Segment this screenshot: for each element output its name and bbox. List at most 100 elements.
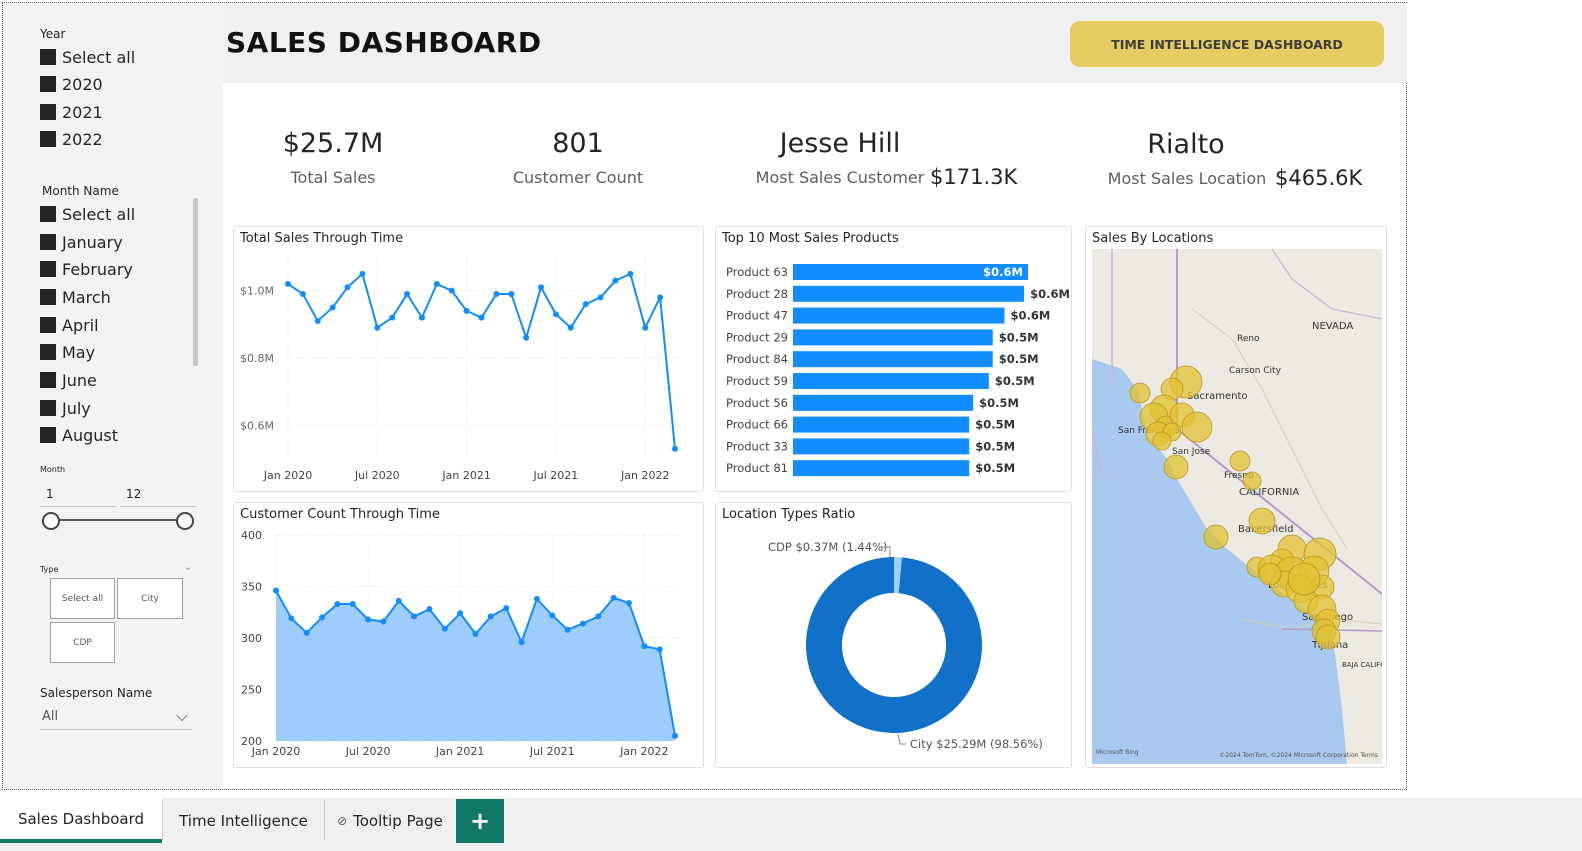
checkbox-icon: [40, 317, 56, 333]
data-point: [503, 605, 510, 612]
checkbox-icon: [40, 76, 56, 92]
location-types-visual[interactable]: Location Types Ratio CDP $0.37M (1.44%) C…: [715, 502, 1072, 768]
slice-label-cdp: CDP $0.37M (1.44%): [768, 540, 887, 554]
checkbox-icon: [40, 206, 56, 222]
data-point: [380, 618, 387, 625]
location-bubble: [1242, 471, 1262, 491]
month-option-february[interactable]: February: [40, 258, 133, 280]
month-option-august[interactable]: August: [40, 424, 118, 446]
kpi-top-location-label: Most Sales Location: [1107, 169, 1267, 188]
tab-sales-dashboard[interactable]: Sales Dashboard: [0, 798, 162, 843]
customer-count-visual[interactable]: Customer Count Through Time 400 350 300 250…: [233, 502, 704, 768]
month-option-may[interactable]: May: [40, 341, 95, 363]
data-point: [404, 291, 411, 298]
x-tick-label: Jan 2022: [619, 745, 668, 758]
data-point: [334, 601, 341, 608]
y-tick-label: $0.6M: [240, 419, 274, 432]
checkbox-icon: [40, 344, 56, 360]
checkbox-icon: [40, 234, 56, 250]
type-chevron-icon[interactable]: ⌄: [184, 562, 192, 573]
data-point: [518, 639, 525, 646]
location-bubble: [1258, 562, 1282, 586]
data-point: [595, 613, 602, 620]
month-range-max-input[interactable]: 12: [120, 481, 196, 507]
map-attribution-right: ©2024 TomTom, ©2024 Microsoft Corporatio…: [1219, 752, 1378, 759]
data-label: $0.6M: [1011, 309, 1051, 323]
location-bubble: [1129, 382, 1151, 404]
sales-through-time-visual[interactable]: Total Sales Through Time $1.0M $0.8M $0.6M…: [233, 226, 704, 492]
data-point: [552, 311, 559, 318]
data-point: [299, 291, 306, 298]
checkbox-icon: [40, 104, 56, 120]
data-point: [314, 317, 321, 324]
checkbox-icon: [40, 289, 56, 305]
month-slicer-scrollbar[interactable]: [193, 198, 198, 366]
month-range-min-handle[interactable]: [42, 512, 60, 530]
data-point: [612, 277, 619, 284]
sales-map-visual[interactable]: Sales By Locations Reno NEVADA Carson City…: [1085, 226, 1387, 768]
year-option-2021[interactable]: 2021: [40, 101, 103, 123]
category-label: Product 47: [726, 309, 788, 323]
x-tick-label: Jul 2020: [345, 745, 391, 758]
data-point: [448, 287, 455, 294]
data-point: [303, 629, 310, 636]
year-option-select-all[interactable]: Select all: [40, 46, 135, 68]
sales-line: [287, 272, 676, 449]
data-label: $0.5M: [995, 374, 1035, 388]
y-tick-label: 300: [241, 632, 262, 645]
data-label: $0.5M: [979, 396, 1019, 410]
data-point: [365, 616, 372, 623]
map-canvas[interactable]: RenoNEVADACarson CitySacramentoSan Franc…: [1092, 249, 1382, 764]
month-range-min-input[interactable]: 1: [40, 481, 116, 507]
map-svg: RenoNEVADACarson CitySacramentoSan Franc…: [1092, 249, 1382, 764]
bar: [793, 460, 970, 477]
data-point: [349, 601, 356, 608]
x-tick-label: Jul 2021: [529, 745, 575, 758]
data-point: [418, 314, 425, 321]
month-option-select-all[interactable]: Select all: [40, 203, 135, 225]
month-option-january[interactable]: January: [40, 231, 123, 253]
tab-time-intelligence[interactable]: Time Intelligence: [163, 798, 324, 843]
month-option-march[interactable]: March: [40, 286, 111, 308]
x-tick-label: Jan 2021: [435, 745, 484, 758]
sales-line-chart: $1.0M $0.8M $0.6M Jan 2020 Jul 2020 Jan 2021 J…: [240, 257, 683, 482]
year-option-2022[interactable]: 2022: [40, 128, 103, 150]
y-tick-label: $0.8M: [240, 352, 274, 365]
location-bubble: [1229, 450, 1251, 472]
kpi-customer-count-label: Customer Count: [512, 168, 644, 187]
tab-tooltip-page[interactable]: ⊘ Tooltip Page: [325, 798, 455, 843]
add-page-button[interactable]: +: [456, 799, 504, 843]
data-point: [564, 626, 571, 633]
leader-line: [897, 733, 906, 745]
top-products-visual[interactable]: Top 10 Most Sales Products Product 63 $0.…: [715, 226, 1072, 492]
data-label: $0.5M: [999, 330, 1039, 344]
month-option-june[interactable]: June: [40, 369, 97, 391]
location-donut-chart: CDP $0.37M (1.44%) City $25.29M (98.56%): [768, 540, 1043, 751]
data-point: [627, 270, 634, 277]
time-intelligence-button[interactable]: TIME INTELLIGENCE DASHBOARD: [1070, 21, 1384, 67]
y-tick-label: 350: [241, 581, 262, 594]
data-label: $0.5M: [975, 418, 1015, 432]
data-point: [288, 615, 295, 622]
type-tile-select-all[interactable]: Select all: [50, 578, 115, 619]
checkbox-icon: [40, 131, 56, 147]
data-point: [411, 613, 418, 620]
month-range-track: [50, 519, 184, 521]
data-point: [657, 294, 664, 301]
salesperson-dropdown[interactable]: All ⌵: [40, 704, 192, 730]
chevron-down-icon: ⌵: [175, 706, 188, 725]
year-option-2020[interactable]: 2020: [40, 73, 103, 95]
bar: [793, 394, 974, 411]
data-point: [641, 643, 648, 650]
donut-slice: [805, 557, 982, 733]
kpi-top-customer-amount: $171.3K: [930, 165, 1018, 189]
type-slicer-title: Type: [40, 565, 59, 574]
month-option-april[interactable]: April: [40, 314, 99, 336]
year-slicer-title: Year: [40, 27, 66, 41]
month-range-title: Month: [40, 465, 66, 474]
month-range-max-handle[interactable]: [176, 512, 194, 530]
type-tile-city[interactable]: City: [117, 578, 183, 619]
type-tile-cdp[interactable]: CDP: [50, 622, 115, 663]
checkbox-icon: [40, 400, 56, 416]
month-option-july[interactable]: July: [40, 397, 91, 419]
